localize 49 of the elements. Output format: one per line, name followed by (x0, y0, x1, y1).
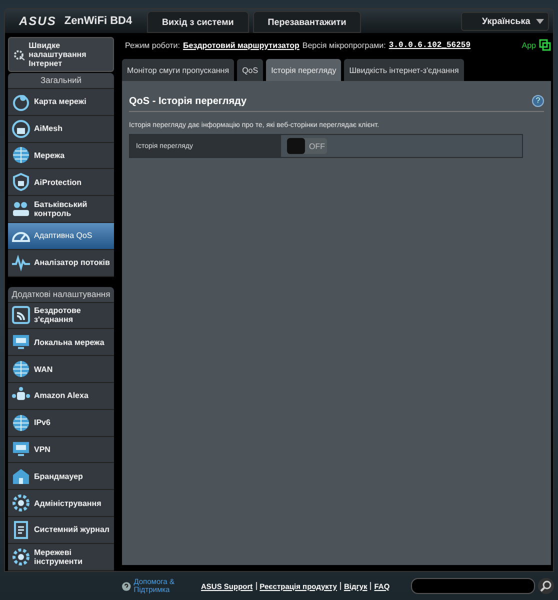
sidebar-item[interactable]: Мережеві інструменти (8, 544, 114, 571)
globe-icon (11, 412, 31, 433)
search-button[interactable] (538, 578, 554, 594)
firmware-label: Версія мікропрограми: (302, 40, 386, 50)
panel-title: QoS - Історія перегляду (129, 96, 247, 106)
search-field[interactable] (411, 578, 536, 594)
sidebar-item[interactable]: Брандмауер (8, 463, 114, 490)
header-button[interactable]: Перезавантажити (252, 11, 362, 33)
operation-mode-link[interactable]: Бездротовий маршрутизатор (183, 40, 300, 50)
sidebar-item[interactable]: VPN (8, 436, 114, 464)
header-button[interactable]: Вихід з системи (147, 11, 249, 33)
sidebar-item[interactable]: Amazon Alexa (8, 382, 114, 410)
sidebar-item[interactable]: Адаптивна QoS (8, 222, 114, 250)
tab[interactable]: Монітор смуги пропускання (122, 59, 234, 81)
quick-setup-button[interactable]: Швидке налаштування Інтернет (8, 37, 114, 72)
help-button[interactable]: ? (532, 95, 544, 107)
firmware-link[interactable]: 3.0.0.6.102_56259 (388, 40, 470, 50)
sidebar-item[interactable]: AiMesh (8, 116, 114, 143)
sidebar-item[interactable]: Карта мережі (8, 89, 114, 116)
sidebar-item[interactable]: Системний журнал (8, 516, 114, 544)
globe-icon (11, 359, 31, 380)
help-icon (122, 582, 131, 591)
globe-icon (11, 145, 31, 166)
app-label: App (522, 40, 536, 50)
shield-icon (11, 172, 31, 192)
sidebar-item[interactable]: Адміністрування (8, 490, 114, 517)
house-icon (11, 466, 31, 486)
operation-mode-label: Режим роботи: (125, 40, 180, 50)
model-name: ZenWiFi BD4 (64, 15, 132, 27)
sidebar-item[interactable]: IPv6 (8, 410, 114, 437)
document-icon (11, 520, 31, 540)
search-icon (540, 580, 552, 592)
caret-icon (536, 18, 544, 24)
wifi-icon (11, 305, 31, 326)
tab[interactable]: Швидкість інтернет-з'єднання (344, 59, 464, 81)
brand-logo: ASUS (19, 14, 56, 28)
sidebar-item[interactable]: Аналізатор потоків (8, 250, 114, 277)
toggle-switch[interactable]: OFF (287, 138, 327, 154)
app-icon (539, 39, 551, 51)
sidebar-item[interactable]: AiProtection (8, 169, 114, 196)
language-dropdown[interactable]: Українська (461, 12, 549, 30)
pulse-icon (11, 252, 31, 273)
sidebar-item[interactable]: Батьківський контроль (8, 196, 114, 223)
tab[interactable]: Історія перегляду (266, 59, 342, 81)
sidebar-item[interactable]: WAN (8, 356, 114, 383)
sidebar-item[interactable]: Мережа (8, 142, 114, 170)
sidebar-item[interactable]: Локальна мережа (8, 329, 114, 356)
tab[interactable]: QoS (237, 59, 264, 81)
sidebar-item[interactable]: Бездротове з'єднання (8, 302, 114, 330)
